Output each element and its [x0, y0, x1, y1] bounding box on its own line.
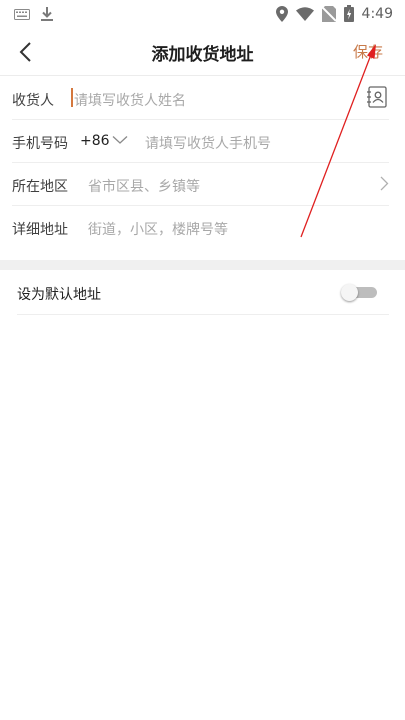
country-code-selector[interactable]: +86: [80, 133, 110, 149]
recipient-name-input[interactable]: 请填写收货人姓名: [74, 90, 186, 110]
recipient-row: 收货人 请填写收货人姓名: [0, 77, 405, 120]
text-cursor: [71, 88, 73, 107]
chevron-down-icon[interactable]: [112, 135, 128, 145]
header-divider: [0, 75, 405, 76]
address-label: 详细地址: [12, 222, 68, 238]
download-icon: [41, 7, 53, 21]
no-sim-icon: [321, 5, 336, 22]
phone-row: 手机号码 +86 请填写收货人手机号: [0, 120, 405, 163]
region-selector[interactable]: 省市区县、乡镇等: [88, 176, 200, 196]
address-row: 详细地址 街道，小区，楼牌号等: [0, 206, 405, 249]
row-divider: [17, 314, 389, 315]
status-time: 4:49: [361, 5, 393, 22]
toggle-knob: [341, 284, 358, 301]
section-gap: [0, 260, 405, 270]
battery-icon: [343, 5, 354, 22]
wifi-icon: [295, 6, 314, 21]
phone-label: 手机号码: [12, 136, 68, 152]
location-icon: [275, 5, 288, 22]
recipient-label: 收货人: [12, 93, 54, 109]
contacts-book-icon[interactable]: [366, 86, 388, 108]
region-label: 所在地区: [12, 179, 68, 195]
phone-input[interactable]: 请填写收货人手机号: [145, 133, 271, 153]
region-row[interactable]: 所在地区 省市区县、乡镇等: [0, 163, 405, 206]
save-button[interactable]: 保存: [353, 41, 383, 62]
default-address-toggle[interactable]: [341, 284, 377, 301]
chevron-right-icon: [380, 176, 389, 191]
nav-bar: 添加收货地址 保存: [0, 28, 405, 76]
address-input[interactable]: 街道，小区，楼牌号等: [88, 219, 228, 239]
default-address-label: 设为默认地址: [17, 287, 101, 303]
keyboard-icon: [14, 8, 30, 20]
page-title: 添加收货地址: [151, 45, 254, 65]
default-address-row: 设为默认地址: [0, 270, 405, 315]
status-bar: 4:49: [0, 0, 405, 28]
